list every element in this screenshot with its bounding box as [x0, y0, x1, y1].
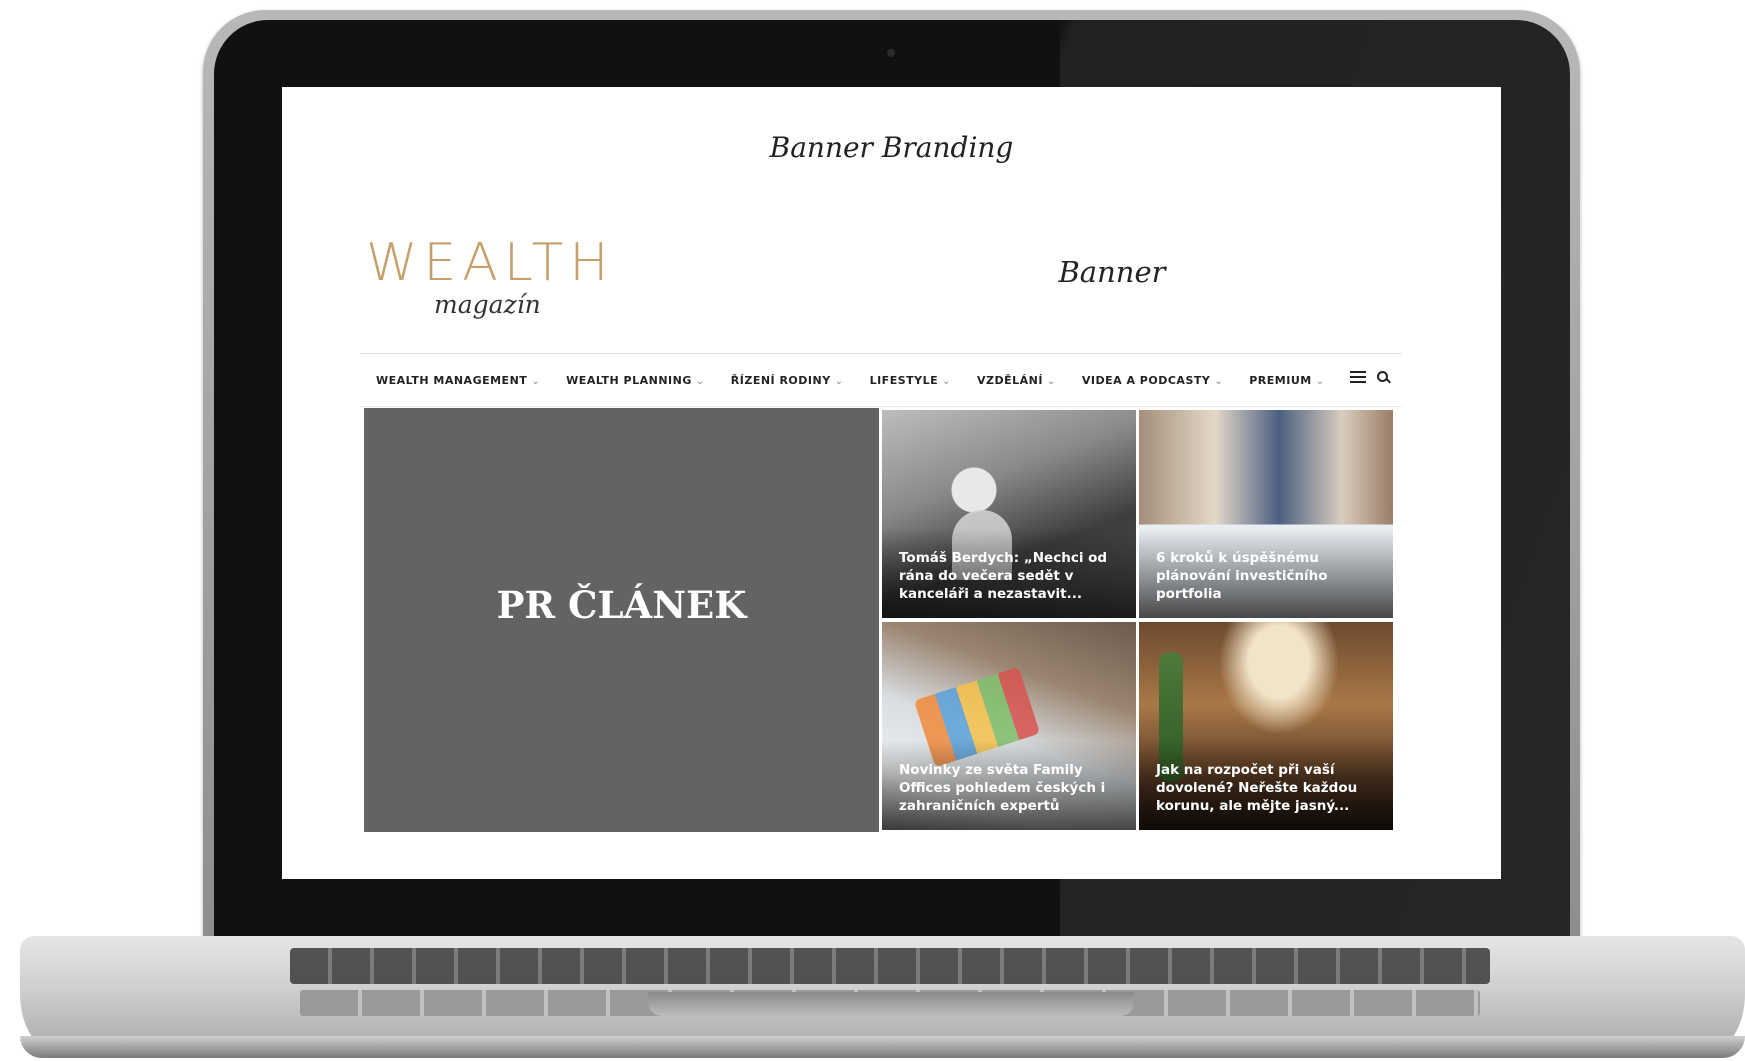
logo-subtitle: magazín — [434, 290, 541, 319]
nav-item-label: LIFESTYLE — [869, 373, 939, 387]
chevron-down-icon: ⌄ — [531, 375, 541, 387]
site-logo[interactable]: WEALTH magazín — [366, 237, 616, 321]
keyboard — [290, 948, 1490, 984]
laptop-screen: Banner Branding WEALTH magazín Banner WE… — [282, 87, 1501, 879]
nav-item-videa-a-podcasty[interactable]: VIDEA A PODCASTY ⌄ — [1082, 374, 1223, 387]
nav-item-label: VIDEA A PODCASTY — [1081, 373, 1211, 387]
nav-item-vzdelani[interactable]: VZDĚLÁNÍ ⌄ — [977, 374, 1056, 387]
banner-placeholder: Banner — [1058, 255, 1166, 289]
camera-icon — [887, 49, 895, 57]
laptop-base-edge — [20, 1036, 1745, 1058]
nav-item-wealth-planning[interactable]: WEALTH PLANNING ⌄ — [566, 374, 705, 387]
search-icon[interactable] — [1376, 370, 1390, 384]
nav-item-rizeni-rodiny[interactable]: ŘÍZENÍ RODINY ⌄ — [731, 374, 844, 387]
nav-item-label: VZDĚLÁNÍ — [977, 373, 1043, 387]
chevron-down-icon: ⌄ — [695, 375, 705, 387]
pr-article-block[interactable]: PR ČLÁNEK — [364, 408, 879, 832]
article-tile-dovolena[interactable]: Jak na rozpočet při vaší dovolené? Neřeš… — [1139, 622, 1393, 830]
chevron-down-icon: ⌄ — [942, 375, 952, 387]
chevron-down-icon: ⌄ — [1214, 375, 1224, 387]
chevron-down-icon: ⌄ — [1046, 375, 1056, 387]
nav-item-label: ŘÍZENÍ RODINY — [730, 373, 831, 387]
chevron-down-icon: ⌄ — [1315, 375, 1325, 387]
article-title[interactable]: Jak na rozpočet při vaší dovolené? Neřeš… — [1156, 761, 1379, 815]
main-navigation: WEALTH MANAGEMENT ⌄ WEALTH PLANNING ⌄ ŘÍZE… — [360, 353, 1402, 407]
nav-icons — [1350, 370, 1390, 384]
article-tile-family-offices[interactable]: Novinky ze světa Family Offices pohledem… — [882, 622, 1136, 830]
article-tile-berdych[interactable]: Tomáš Berdych: „Nechci od rána do večera… — [882, 410, 1136, 618]
article-tile-portfolio[interactable]: 6 kroků k úspěšnému plánování investiční… — [1139, 410, 1393, 618]
logo-wordmark: WEALTH — [366, 233, 615, 293]
nav-item-label: WEALTH PLANNING — [566, 373, 692, 387]
trackpad-notch — [648, 992, 1134, 1016]
nav-item-label: WEALTH MANAGEMENT — [376, 373, 528, 387]
article-title[interactable]: Tomáš Berdych: „Nechci od rána do večera… — [899, 549, 1122, 603]
banner-branding: Banner Branding — [769, 131, 1014, 164]
article-title[interactable]: 6 kroků k úspěšnému plánování investiční… — [1156, 549, 1379, 603]
nav-item-lifestyle[interactable]: LIFESTYLE ⌄ — [870, 374, 951, 387]
article-title[interactable]: Novinky ze světa Family Offices pohledem… — [899, 761, 1122, 815]
chevron-down-icon: ⌄ — [834, 375, 844, 387]
hamburger-menu-icon[interactable] — [1350, 370, 1366, 383]
nav-item-wealth-management[interactable]: WEALTH MANAGEMENT ⌄ — [376, 374, 540, 387]
pr-article-label: PR ČLÁNEK — [496, 583, 747, 627]
nav-item-premium[interactable]: PREMIUM ⌄ — [1249, 374, 1324, 387]
nav-item-label: PREMIUM — [1249, 373, 1312, 387]
